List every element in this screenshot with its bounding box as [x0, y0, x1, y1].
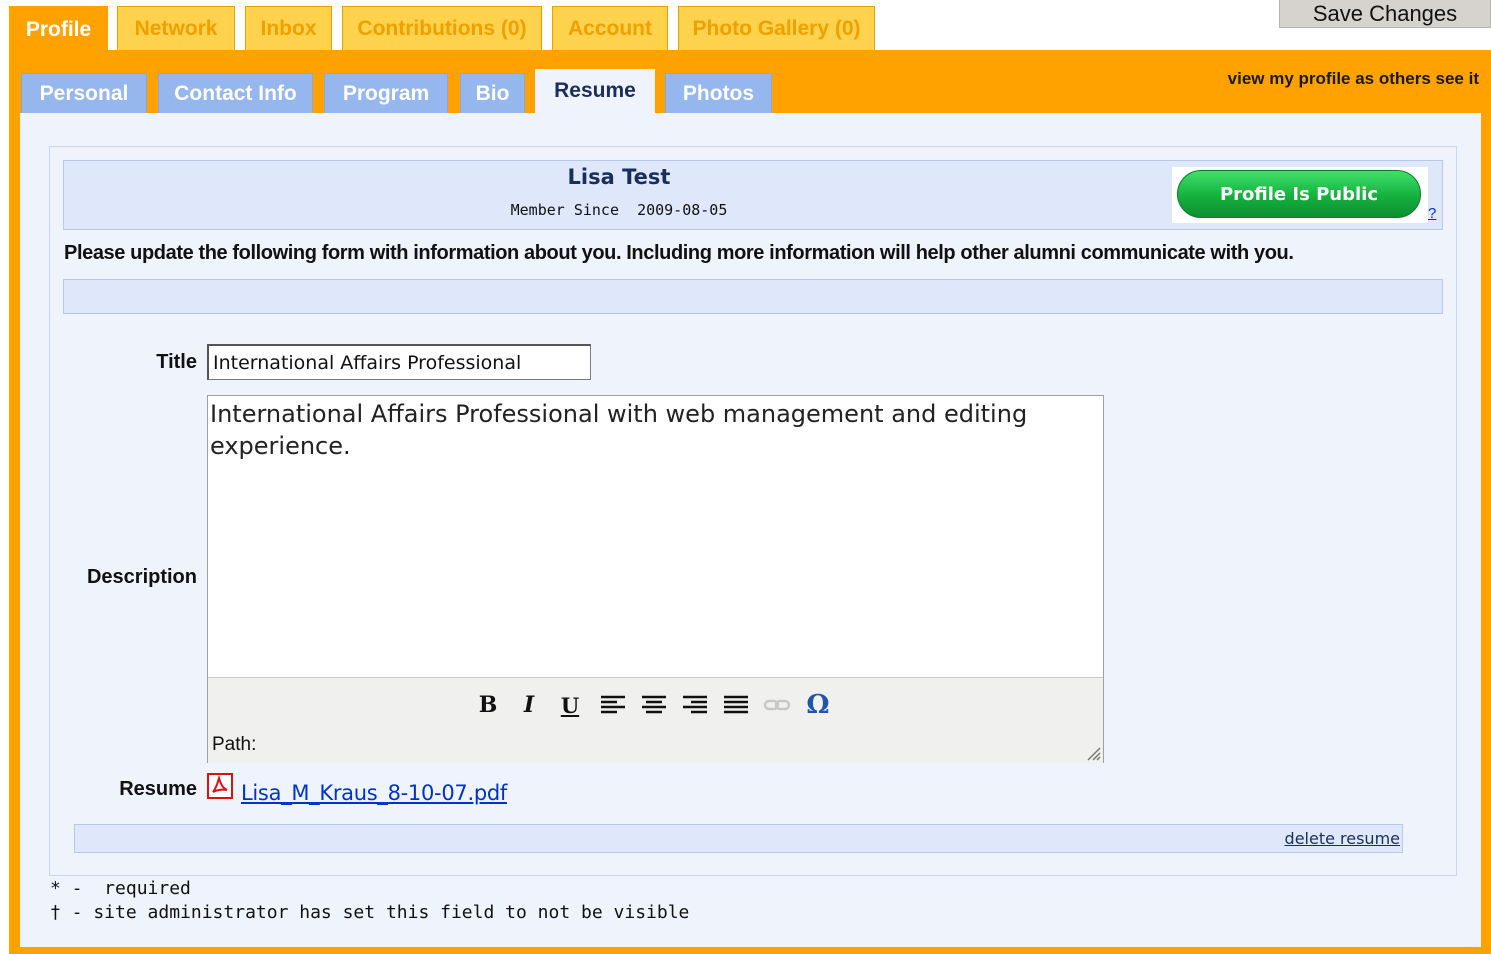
- resume-actions-bar: delete resume: [74, 824, 1403, 853]
- special-char-omega-button[interactable]: Ω: [802, 688, 834, 722]
- tab-inbox[interactable]: Inbox: [245, 6, 332, 50]
- subtab-resume[interactable]: Resume: [535, 69, 655, 113]
- help-link[interactable]: ?: [1428, 205, 1436, 222]
- align-left-icon[interactable]: [597, 688, 629, 722]
- editor-toolbar: B I U Ω Path:: [208, 677, 1103, 763]
- align-justify-icon[interactable]: [720, 688, 752, 722]
- resize-grip-icon[interactable]: [1085, 745, 1101, 761]
- member-since-label: Member Since: [510, 201, 619, 219]
- tab-contributions[interactable]: Contributions (0): [342, 6, 542, 50]
- description-textarea[interactable]: International Affairs Professional with …: [208, 396, 1103, 676]
- description-editor: International Affairs Professional with …: [207, 395, 1104, 763]
- align-right-icon[interactable]: [679, 688, 711, 722]
- user-name: Lisa Test: [567, 165, 671, 189]
- form-instruction: Please update the following form with in…: [64, 242, 1294, 264]
- save-changes-button[interactable]: Save Changes: [1279, 0, 1491, 28]
- tab-account[interactable]: Account: [552, 6, 668, 50]
- profile-header: Lisa Test Member Since 2009-08-05 Profil…: [63, 160, 1443, 230]
- section-bar: [63, 279, 1443, 314]
- description-label: Description: [86, 566, 197, 588]
- italic-button[interactable]: I: [513, 688, 545, 722]
- member-since-date: 2009-08-05: [637, 201, 728, 219]
- resume-label: Resume: [119, 778, 197, 800]
- title-label: Title: [156, 351, 197, 373]
- public-button-wrap: Profile Is Public: [1172, 167, 1428, 223]
- pdf-icon: [207, 773, 233, 799]
- link-icon[interactable]: [761, 688, 793, 722]
- footnote-required: * - required: [50, 878, 191, 899]
- underline-button[interactable]: U: [554, 688, 586, 722]
- path-label: Path:: [212, 734, 257, 755]
- profile-public-button[interactable]: Profile Is Public: [1177, 170, 1421, 218]
- view-profile-link[interactable]: view my profile as others see it: [1228, 69, 1479, 89]
- tab-profile[interactable]: Profile: [9, 6, 108, 52]
- resume-file-link[interactable]: Lisa_M_Kraus_8-10-07.pdf: [241, 781, 507, 805]
- subtab-program[interactable]: Program: [324, 73, 448, 113]
- tab-network[interactable]: Network: [117, 6, 235, 50]
- tab-photo-gallery[interactable]: Photo Gallery (0): [678, 6, 875, 50]
- subtab-photos[interactable]: Photos: [665, 73, 772, 113]
- bold-button[interactable]: B: [472, 688, 504, 722]
- subtab-contact-info[interactable]: Contact Info: [158, 73, 313, 113]
- subtab-bio[interactable]: Bio: [460, 73, 525, 113]
- footnote-hidden: † - site administrator has set this fiel…: [50, 902, 690, 923]
- member-since: Member Since 2009-08-05: [64, 201, 1174, 219]
- title-input[interactable]: [207, 344, 591, 380]
- subtab-personal[interactable]: Personal: [21, 73, 147, 113]
- delete-resume-link[interactable]: delete resume: [1285, 829, 1400, 848]
- align-center-icon[interactable]: [638, 688, 670, 722]
